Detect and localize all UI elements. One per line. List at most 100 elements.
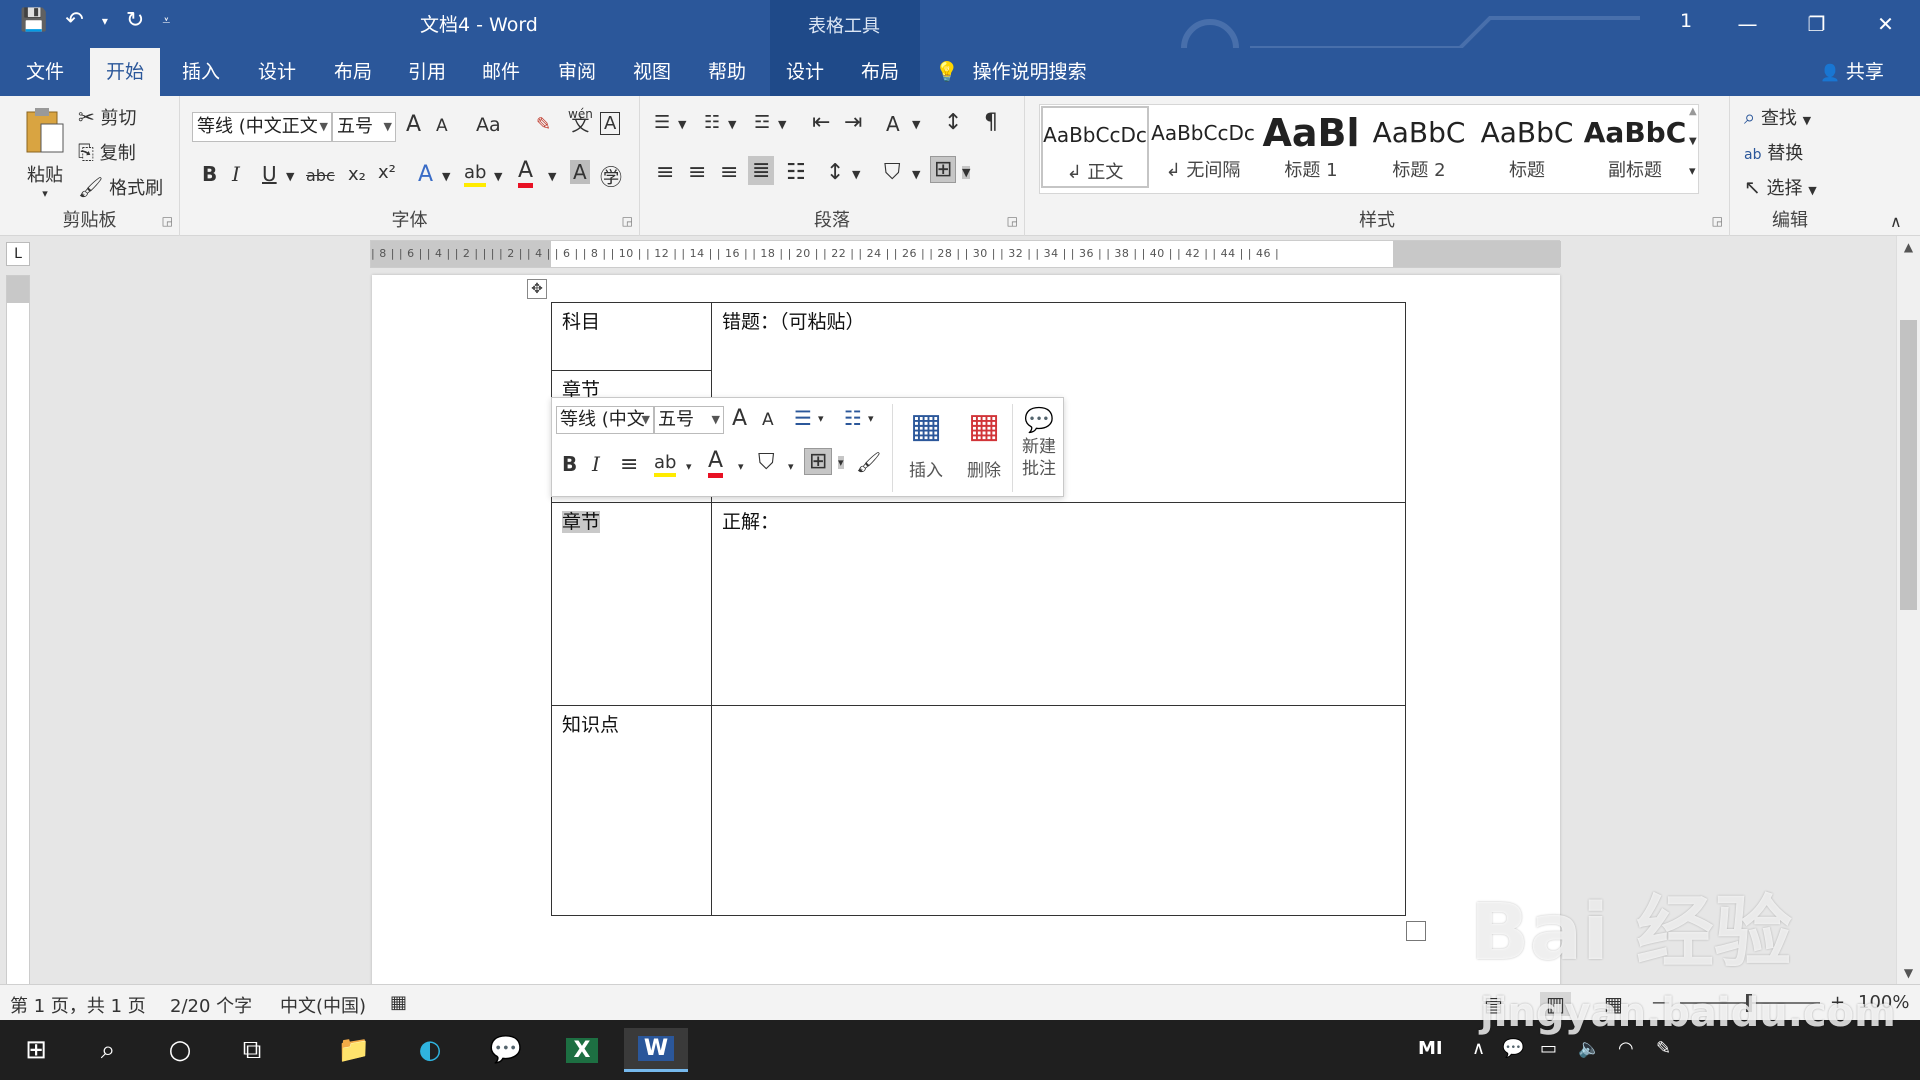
text-effects-icon[interactable]: A xyxy=(418,162,433,187)
bullets-icon[interactable]: ☰ xyxy=(654,112,670,133)
tab-file[interactable]: 文件 xyxy=(10,48,80,96)
collapse-ribbon-icon[interactable]: ∧ xyxy=(1890,212,1902,231)
decrease-indent-icon[interactable]: ⇤ xyxy=(812,110,830,135)
style-normal[interactable]: AaBbCcDc ↲ 正文 xyxy=(1041,106,1149,188)
mini-center-icon[interactable]: ≡ xyxy=(620,452,638,477)
character-border-icon[interactable]: A xyxy=(600,112,621,135)
table-cell-chapter-selected[interactable]: 章节 xyxy=(551,502,712,706)
mini-highlight-icon[interactable]: ab xyxy=(654,452,677,477)
style-heading-2[interactable]: AaBbC 标题 2 xyxy=(1365,106,1473,188)
align-right-icon[interactable]: ≡ xyxy=(720,160,738,185)
mini-shrink-font-icon[interactable]: A xyxy=(762,410,774,430)
wechat-icon[interactable]: 💬 xyxy=(474,1028,538,1072)
bold-button[interactable]: B xyxy=(202,162,217,186)
chinese-layout-icon[interactable]: A xyxy=(886,112,900,136)
replace-button[interactable]: ab 替换 xyxy=(1744,139,1803,165)
mini-numbering-icon[interactable]: ☷ xyxy=(844,406,862,430)
font-size-combo[interactable]: 五号 ▼ xyxy=(332,112,396,142)
grow-font-icon[interactable]: A xyxy=(406,112,421,137)
justify-icon[interactable]: ≣ xyxy=(748,156,775,185)
mini-grow-font-icon[interactable]: A xyxy=(732,406,747,431)
font-launcher-icon[interactable]: ◲ xyxy=(622,214,633,228)
copy-button[interactable]: ⎘ 复制 xyxy=(78,139,136,165)
sort-icon[interactable]: ↕ xyxy=(944,110,962,135)
clear-formatting-icon[interactable]: ✎ xyxy=(536,114,551,135)
file-explorer-icon[interactable]: 📁 xyxy=(322,1028,386,1072)
scroll-thumb[interactable] xyxy=(1900,320,1917,610)
minimize-button[interactable]: — xyxy=(1713,0,1782,48)
task-view-icon[interactable]: ⧉ xyxy=(220,1028,284,1072)
mini-delete-button[interactable]: ▦ 删除 xyxy=(956,406,1012,481)
distributed-icon[interactable]: ☷ xyxy=(786,160,806,185)
tab-view[interactable]: 视图 xyxy=(617,48,687,96)
wifi-icon[interactable]: ◠ xyxy=(1618,1038,1634,1059)
numbering-icon[interactable]: ☷ xyxy=(704,112,720,133)
document-table[interactable]: 科目 错题：（可粘贴） 章节 章节 正解： 知识点 xyxy=(551,302,1406,916)
highlight-icon[interactable]: ab xyxy=(464,162,487,187)
share-button[interactable]: 👤 共享 xyxy=(1820,48,1884,96)
restore-button[interactable]: ❐ xyxy=(1782,0,1851,48)
select-button[interactable]: ↖ 选择 ▼ xyxy=(1744,174,1817,200)
chinese-layout-dropdown-icon[interactable]: ▼ xyxy=(912,118,920,131)
mini-insert-button[interactable]: ▦ 插入 xyxy=(898,406,954,481)
mini-highlight-dropdown-icon[interactable]: ▾ xyxy=(686,460,692,473)
paste-button[interactable]: 粘贴 ▾ xyxy=(20,106,70,210)
align-left-icon[interactable]: ≡ xyxy=(656,160,674,185)
character-shading-icon[interactable]: A xyxy=(570,160,590,184)
highlight-dropdown-icon[interactable]: ▼ xyxy=(494,170,502,183)
tab-mailings[interactable]: 邮件 xyxy=(466,48,536,96)
close-button[interactable]: ✕ xyxy=(1851,0,1920,48)
multilevel-list-icon[interactable]: ☲ xyxy=(754,112,770,133)
tray-wechat-icon[interactable]: 💬 xyxy=(1502,1038,1524,1059)
undo-icon[interactable]: ↶ xyxy=(65,8,83,33)
multilevel-dropdown-icon[interactable]: ▼ xyxy=(778,118,786,131)
user-name[interactable]: 1 xyxy=(1680,10,1692,32)
mini-borders-dropdown-icon[interactable]: ▾ xyxy=(838,456,844,469)
phonetic-guide-icon[interactable]: wén 文 xyxy=(568,108,593,135)
clipboard-launcher-icon[interactable]: ◲ xyxy=(162,214,173,228)
mini-numbering-dropdown-icon[interactable]: ▾ xyxy=(868,412,874,425)
customize-qat-icon[interactable]: ⩡ xyxy=(162,13,170,29)
tab-references[interactable]: 引用 xyxy=(392,48,462,96)
word-count[interactable]: 2/20 个字 xyxy=(170,992,252,1018)
horizontal-ruler[interactable]: | 8 | | 6 | | 4 | | 2 | | | | 2 | | 4 | … xyxy=(370,240,1561,268)
table-cell-empty[interactable] xyxy=(711,705,1406,916)
table-resize-handle[interactable] xyxy=(1406,921,1426,941)
save-icon[interactable]: 💾 xyxy=(20,8,47,33)
cortana-icon[interactable]: ○ xyxy=(148,1028,212,1072)
word-icon[interactable]: W xyxy=(624,1028,688,1072)
tab-table-layout[interactable]: 布局 xyxy=(845,48,920,96)
style-no-spacing[interactable]: AaBbCcDc ↲ 无间隔 xyxy=(1149,106,1257,188)
table-cell-knowledge-point[interactable]: 知识点 xyxy=(551,705,712,916)
subscript-button[interactable]: x₂ xyxy=(348,164,366,185)
styles-scroll-up-icon[interactable]: ▲ xyxy=(1689,106,1697,117)
paragraph-launcher-icon[interactable]: ◲ xyxy=(1007,214,1018,228)
font-color-dropdown-icon[interactable]: ▼ xyxy=(548,170,556,183)
mini-font-name-combo[interactable]: 等线 (中文 ▼ xyxy=(556,406,654,434)
mini-font-size-combo[interactable]: 五号 ▼ xyxy=(654,406,724,434)
line-spacing-dropdown-icon[interactable]: ▼ xyxy=(852,168,860,181)
borders-dropdown-icon[interactable]: ▼ xyxy=(962,166,971,179)
font-name-combo[interactable]: 等线 (中文正文 ▼ xyxy=(192,112,332,142)
edge-icon[interactable]: ◐ xyxy=(398,1028,462,1072)
increase-indent-icon[interactable]: ⇥ xyxy=(844,110,862,135)
mini-italic-button[interactable]: I xyxy=(592,452,600,476)
table-cell-correct-answer[interactable]: 正解： xyxy=(711,502,1406,706)
tab-design[interactable]: 设计 xyxy=(242,48,312,96)
tell-me-search[interactable]: 💡 操作说明搜索 xyxy=(935,48,1087,96)
tab-home[interactable]: 开始 xyxy=(90,48,161,96)
style-heading-1[interactable]: AaBl 标题 1 xyxy=(1257,106,1365,188)
mi-icon[interactable]: MI xyxy=(1418,1038,1443,1059)
battery-icon[interactable]: ▭ xyxy=(1540,1038,1557,1059)
tab-review[interactable]: 审阅 xyxy=(542,48,612,96)
excel-icon[interactable]: X xyxy=(550,1028,614,1072)
align-center-icon[interactable]: ≡ xyxy=(688,160,706,185)
pen-icon[interactable]: ✎ xyxy=(1656,1038,1671,1059)
style-title[interactable]: AaBbC 标题 xyxy=(1473,106,1581,188)
mini-borders-icon[interactable]: ⊞ xyxy=(804,448,833,475)
mini-font-color-icon[interactable]: A xyxy=(708,448,724,478)
styles-scroll-down-icon[interactable]: ▼ xyxy=(1689,136,1697,147)
shading-dropdown-icon[interactable]: ▼ xyxy=(912,168,920,181)
table-cell-subject[interactable]: 科目 xyxy=(551,302,712,371)
tray-chevron-icon[interactable]: ∧ xyxy=(1472,1038,1485,1059)
